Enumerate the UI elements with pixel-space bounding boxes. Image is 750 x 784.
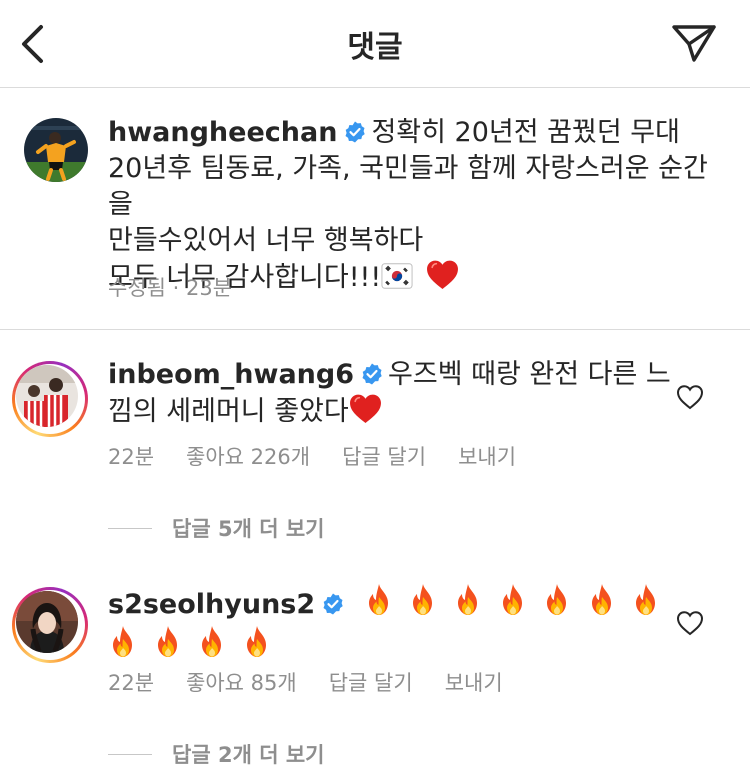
reply-button[interactable]: 답글 달기 <box>329 671 413 695</box>
send-button[interactable]: 보내기 <box>445 671 503 695</box>
story-ring[interactable] <box>12 587 88 663</box>
korea-flag-emoji-icon <box>381 262 413 290</box>
send-button[interactable]: 보내기 <box>458 445 516 469</box>
comment-time: 22분 <box>108 445 155 469</box>
comment-item: s2seolhyuns2 22분 좋아요 85개 답글 달기 보내기 답글 2개 더 … <box>0 556 750 784</box>
verified-badge-icon <box>321 592 345 616</box>
caption-body: hwangheechan 정확히 20년전 꿈꿨던 무대 20년후 팀동료, 가족… <box>108 115 720 296</box>
fire-emoji-icon <box>542 583 572 617</box>
caption-meta: 수정됨 · 23분 <box>108 276 233 300</box>
comment-line-2: 낌의 세레머니 좋았다 <box>108 393 720 430</box>
caption-line-3: 만들수있어서 너무 행복하다 <box>108 225 424 256</box>
username[interactable]: s2seolhyuns2 <box>108 589 315 620</box>
verified-badge-icon <box>360 362 384 386</box>
caption-line-1: hwangheechan 정확히 20년전 꿈꿨던 무대 <box>108 115 720 151</box>
fire-emoji-icon <box>242 625 272 659</box>
username[interactable]: hwangheechan <box>108 117 337 148</box>
page-title: 댓글 <box>347 30 403 65</box>
caption-text: 정확히 20년전 꿈꿨던 무대 <box>371 117 680 148</box>
username[interactable]: inbeom_hwang6 <box>108 359 354 390</box>
fire-emoji-icon <box>197 625 227 659</box>
paper-plane-icon <box>672 25 716 62</box>
fire-emoji-icon <box>453 583 483 617</box>
comment-line-2 <box>108 625 720 665</box>
story-ring[interactable] <box>12 361 88 437</box>
view-replies-label: 답글 2개 더 보기 <box>172 743 325 767</box>
avatar-photo <box>16 365 78 427</box>
avatar[interactable] <box>24 118 88 182</box>
fire-emoji-icon <box>364 583 394 617</box>
verified-badge-icon <box>343 120 367 144</box>
chevron-left-icon <box>22 25 43 63</box>
comment-line-1: s2seolhyuns2 <box>108 583 720 623</box>
view-replies-button[interactable]: 답글 5개 더 보기 <box>108 513 324 543</box>
comment-body: s2seolhyuns2 <box>108 583 720 665</box>
comment-time: 22분 <box>108 671 155 695</box>
likes-count[interactable]: 좋아요 226개 <box>186 445 310 469</box>
comment-line-1: inbeom_hwang6 우즈벡 때랑 완전 다른 느 <box>108 357 720 393</box>
fire-emoji-icon <box>408 583 438 617</box>
red-heart-emoji-icon <box>349 393 382 424</box>
reply-button[interactable]: 답글 달기 <box>342 445 426 469</box>
fire-emoji-icon <box>108 625 138 659</box>
comment-item: inbeom_hwang6 우즈벡 때랑 완전 다른 느 낌의 세레머니 좋았다 … <box>0 330 750 548</box>
back-button[interactable] <box>16 24 48 64</box>
post-caption: hwangheechan 정확히 20년전 꿈꿨던 무대 20년후 팀동료, 가족… <box>0 88 750 330</box>
comment-text: 낌의 세레머니 좋았다 <box>108 396 349 427</box>
comment-text: 우즈벡 때랑 완전 다른 느 <box>388 359 671 390</box>
likes-count[interactable]: 좋아요 85개 <box>186 671 297 695</box>
avatar-photo <box>16 591 78 653</box>
comment-meta: 22분 좋아요 226개 답글 달기 보내기 <box>108 441 548 471</box>
divider <box>108 753 152 755</box>
caption-line-2: 20년후 팀동료, 가족, 국민들과 함께 자랑스러운 순간을 <box>108 153 708 220</box>
fire-emoji-icon <box>587 583 617 617</box>
avatar <box>16 365 78 427</box>
top-bar: 댓글 <box>0 0 750 88</box>
fire-emoji-icon <box>153 625 183 659</box>
view-replies-label: 답글 5개 더 보기 <box>172 517 325 541</box>
comment-meta: 22분 좋아요 85개 답글 달기 보내기 <box>108 667 535 697</box>
view-replies-button[interactable]: 답글 2개 더 보기 <box>108 739 324 769</box>
fire-emoji-icon <box>498 583 528 617</box>
red-heart-emoji-icon <box>426 259 459 290</box>
fire-emoji-icon <box>631 583 661 617</box>
share-button[interactable] <box>668 20 720 66</box>
divider <box>108 527 152 529</box>
comment-body: inbeom_hwang6 우즈벡 때랑 완전 다른 느 낌의 세레머니 좋았다 <box>108 357 720 430</box>
avatar <box>16 591 78 653</box>
player-photo <box>24 118 88 182</box>
like-heart-icon[interactable] <box>676 610 704 636</box>
like-heart-icon[interactable] <box>676 384 704 410</box>
